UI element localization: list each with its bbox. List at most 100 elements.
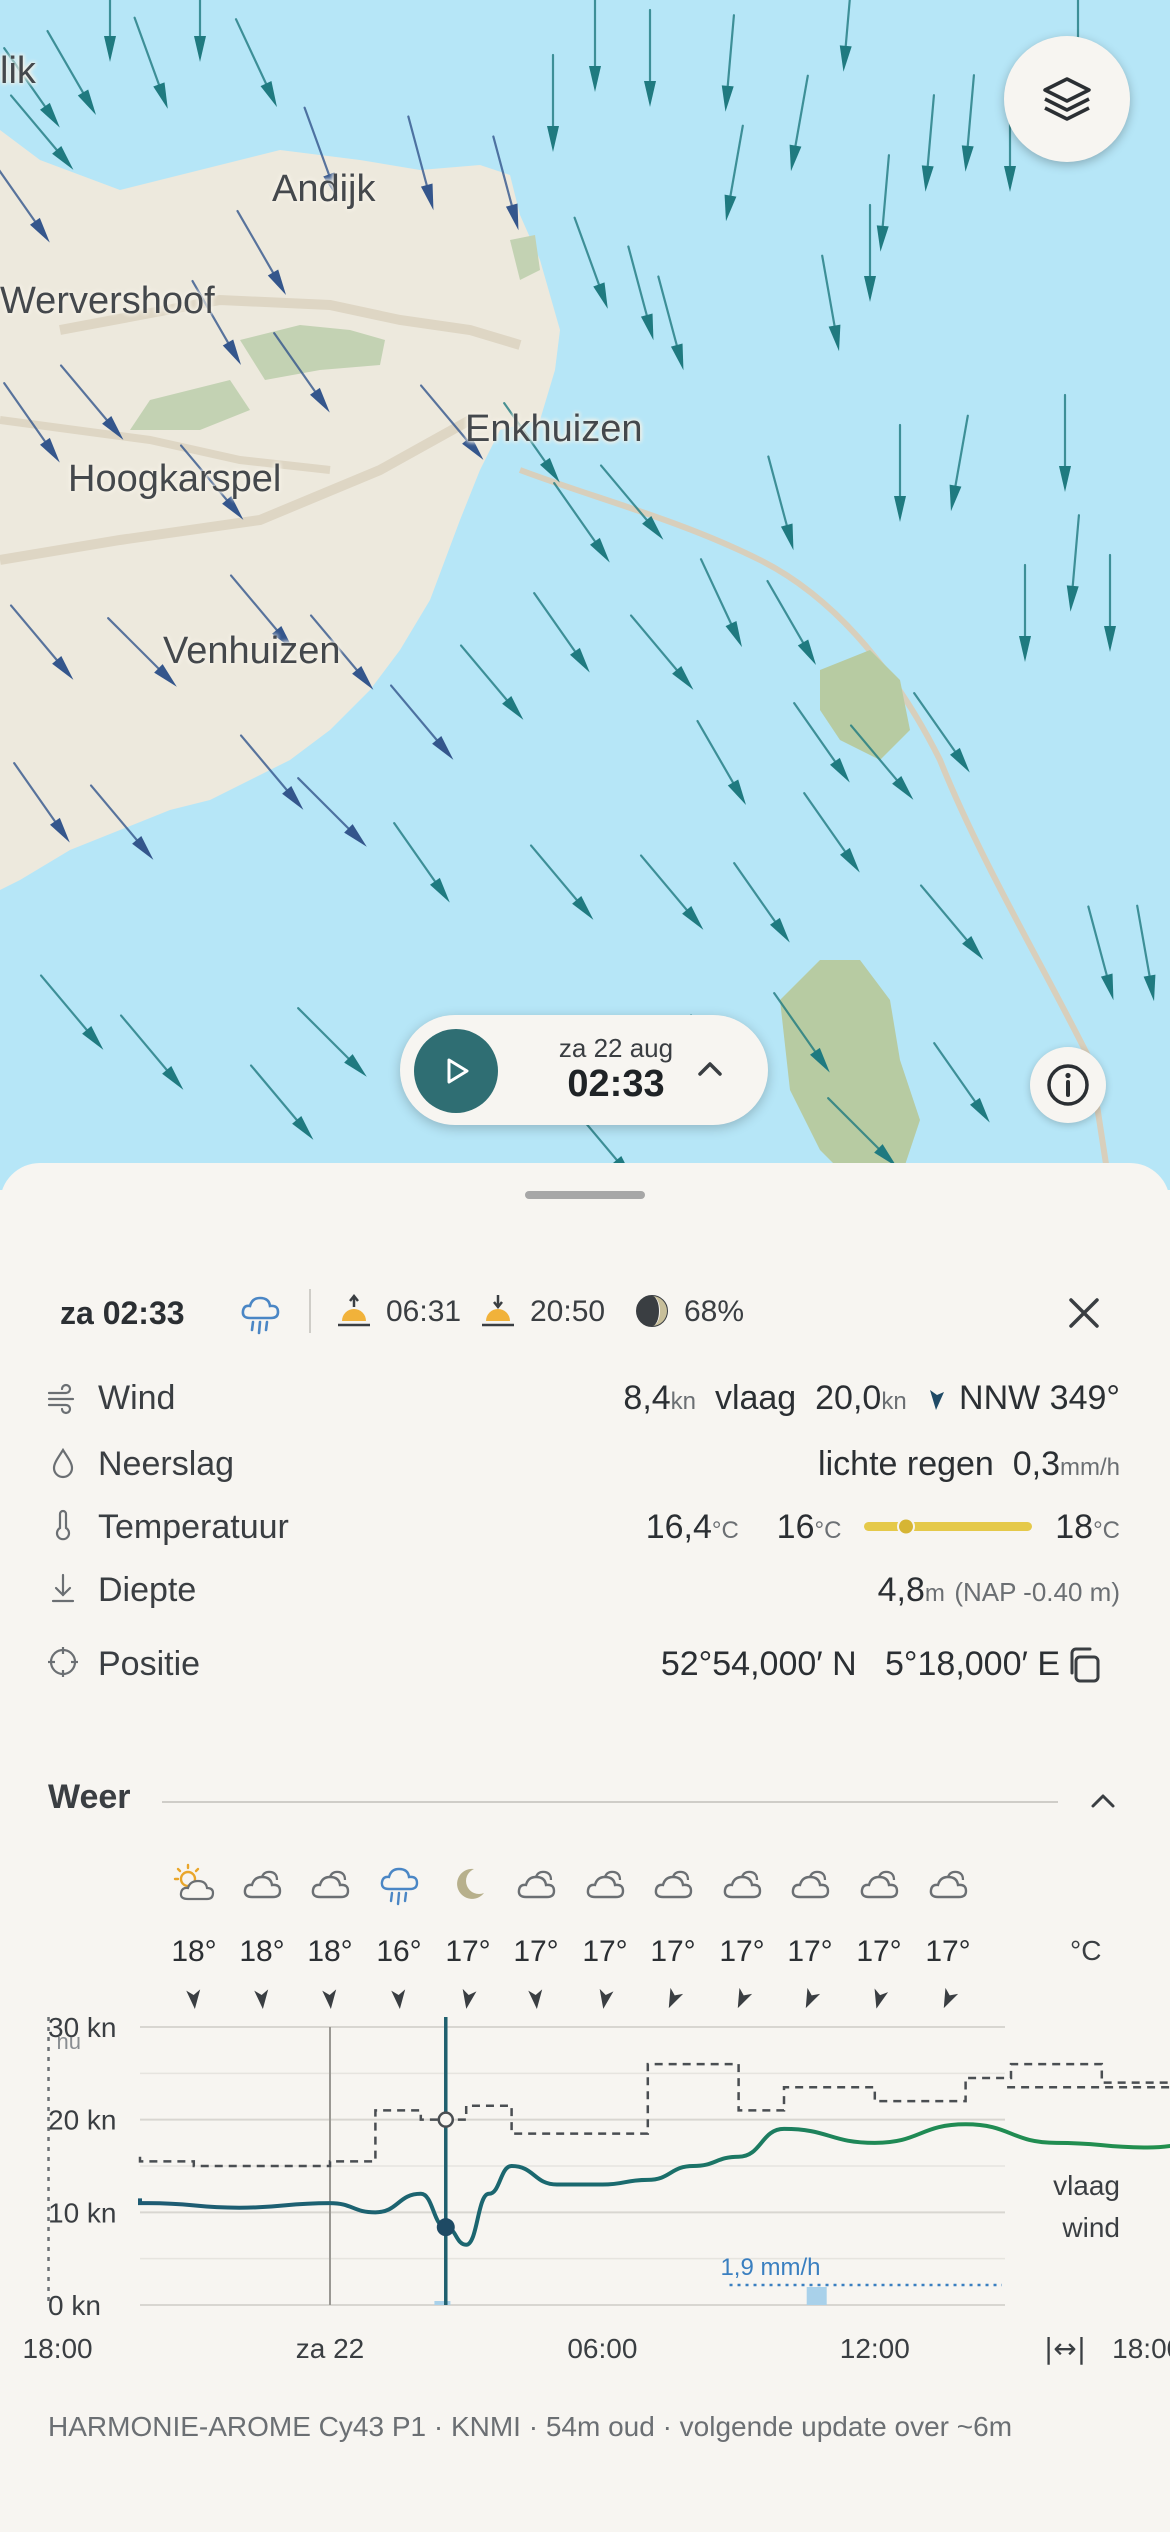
weer-divider <box>162 1801 1058 1803</box>
cloud-icon <box>926 1863 970 1907</box>
wind-arrow <box>629 614 694 690</box>
sun-cloud-icon <box>172 1863 216 1907</box>
wind-arrow <box>919 884 984 960</box>
forecast-temp: 17° <box>719 1935 765 1968</box>
wind-arrow <box>644 8 656 107</box>
depth-note: (NAP -0.40 m) <box>954 1577 1120 1607</box>
gust-series-line <box>138 2062 1170 2168</box>
wind-arrow <box>1066 514 1081 612</box>
wind-arrow <box>696 719 746 806</box>
copy-icon[interactable] <box>1064 1645 1104 1685</box>
wind-arrow <box>89 784 154 860</box>
precip-desc: lichte regen <box>818 1445 994 1483</box>
layers-button[interactable] <box>1004 36 1130 162</box>
wind-speed: 8,4 <box>623 1379 671 1417</box>
wind-arrow <box>39 974 104 1050</box>
precip-bar <box>806 2287 827 2305</box>
play-button[interactable] <box>414 1029 498 1113</box>
temp-unit-label: °C <box>1070 1935 1102 1966</box>
wind-arrow <box>297 1007 367 1077</box>
gust-unit: kn <box>881 1388 907 1415</box>
wind-arrow <box>1104 553 1116 652</box>
sunset-time: 20:50 <box>530 1295 606 1328</box>
wind-arrow <box>803 792 860 873</box>
legend-wind: wind <box>1061 2212 1120 2243</box>
wind-arrow <box>236 209 286 296</box>
forecast-temp: 17° <box>925 1935 971 1968</box>
precip-unit: mm/h <box>1060 1454 1120 1481</box>
temperatuur-label: Temperatuur <box>98 1508 289 1546</box>
chevron-up-icon[interactable] <box>690 1049 730 1089</box>
longitude: 5°18,000′ E <box>885 1645 1060 1683</box>
sheet-drag-handle[interactable] <box>525 1191 645 1199</box>
moon-icon <box>446 1863 490 1907</box>
wind-arrow <box>827 1097 897 1167</box>
divider <box>309 1289 311 1333</box>
wind-icon <box>47 1383 75 1415</box>
wind-arrow <box>194 0 206 62</box>
gust-label: vlaag <box>714 1379 797 1417</box>
wind-marker <box>436 2218 455 2237</box>
forecast-temp: 17° <box>582 1935 628 1968</box>
temp-max-unit: °C <box>1093 1517 1120 1544</box>
sunrise-time: 06:31 <box>386 1295 462 1328</box>
wind-arrow <box>393 822 450 903</box>
wind-arrow <box>529 844 594 920</box>
wind-arrow <box>933 1042 990 1123</box>
depth-value: 4,8 <box>877 1571 925 1609</box>
y-tick-label: 10 kn <box>48 2197 117 2228</box>
map-view[interactable]: lik Andijk Wervershoof Enkhuizen Hoogkar… <box>0 0 1170 1190</box>
place-label: Hoogkarspel <box>68 458 282 500</box>
wind-arrow <box>949 414 969 512</box>
wind-arrow <box>699 558 742 648</box>
moon-illumination: 68% <box>684 1295 745 1328</box>
summary-bar: za 02:33 06:31 20:50 68% <box>0 1273 1170 1353</box>
info-button[interactable] <box>1030 1047 1106 1123</box>
forecast-temp: 17° <box>787 1935 833 1968</box>
weer-section-title[interactable]: Weer <box>48 1778 131 1817</box>
wind-arrow <box>46 29 96 116</box>
cloud-icon <box>240 1863 284 1907</box>
wind-arrow <box>234 18 277 108</box>
wind-arrow <box>13 762 70 843</box>
temp-max: 18 <box>1055 1508 1094 1546</box>
precip-value: 0,3 <box>1012 1445 1060 1483</box>
wind-arrow <box>553 482 610 563</box>
close-icon[interactable] <box>1066 1295 1102 1331</box>
wind-arrow <box>789 74 809 172</box>
info-icon <box>1047 1064 1089 1106</box>
expand-range-button[interactable]: |↔| <box>1044 2332 1086 2365</box>
details-sheet: za 02:33 06:31 20:50 68% Wind 8,4kn vlaa… <box>0 1163 1170 2532</box>
neerslag-label: Neerslag <box>98 1445 235 1483</box>
layers-icon <box>1043 77 1091 121</box>
wind-arrow <box>459 644 524 720</box>
wind-arrow <box>913 692 970 773</box>
wind-arrow <box>1136 904 1156 1002</box>
temp-unit: °C <box>711 1517 739 1544</box>
chevron-up-icon[interactable] <box>1085 1783 1121 1819</box>
wind-label: Wind <box>98 1379 176 1417</box>
sunrise-icon <box>338 1293 370 1327</box>
wind-arrow <box>627 245 654 341</box>
forecast-temp: 18° <box>239 1935 285 1968</box>
wind-arrow <box>849 724 914 800</box>
drop-icon <box>52 1447 74 1479</box>
wind-arrow <box>793 702 850 783</box>
wind-arrow <box>533 592 590 673</box>
forecast-temp: 17° <box>445 1935 491 1968</box>
diepte-values: 4,8m (NAP -0.40 m) <box>878 1571 1120 1610</box>
crosshair-icon <box>48 1647 78 1677</box>
wind-direction: NNW 349° <box>959 1379 1120 1417</box>
wind-chart[interactable]: 30 kn20 kn10 kn0 knnu1,9 mm/h18:00 za 22 0… <box>0 1983 1170 2373</box>
temp-min: 16 <box>776 1508 815 1546</box>
now-label: nu <box>57 2029 81 2054</box>
wind-arrow <box>1059 393 1071 492</box>
y-tick-label: 20 kn <box>48 2105 117 2136</box>
time-scrubber[interactable]: za 22 aug 02:33 <box>400 1015 768 1125</box>
timebar-date: za 22 aug <box>558 1033 674 1063</box>
wind-arrow <box>589 0 601 92</box>
temperatuur-values: 16,4°C 16°C 18°C <box>646 1508 1120 1547</box>
thermometer-icon <box>55 1509 71 1541</box>
wind-arrows-layer <box>0 0 1156 1180</box>
place-label: Enkhuizen <box>465 408 643 450</box>
